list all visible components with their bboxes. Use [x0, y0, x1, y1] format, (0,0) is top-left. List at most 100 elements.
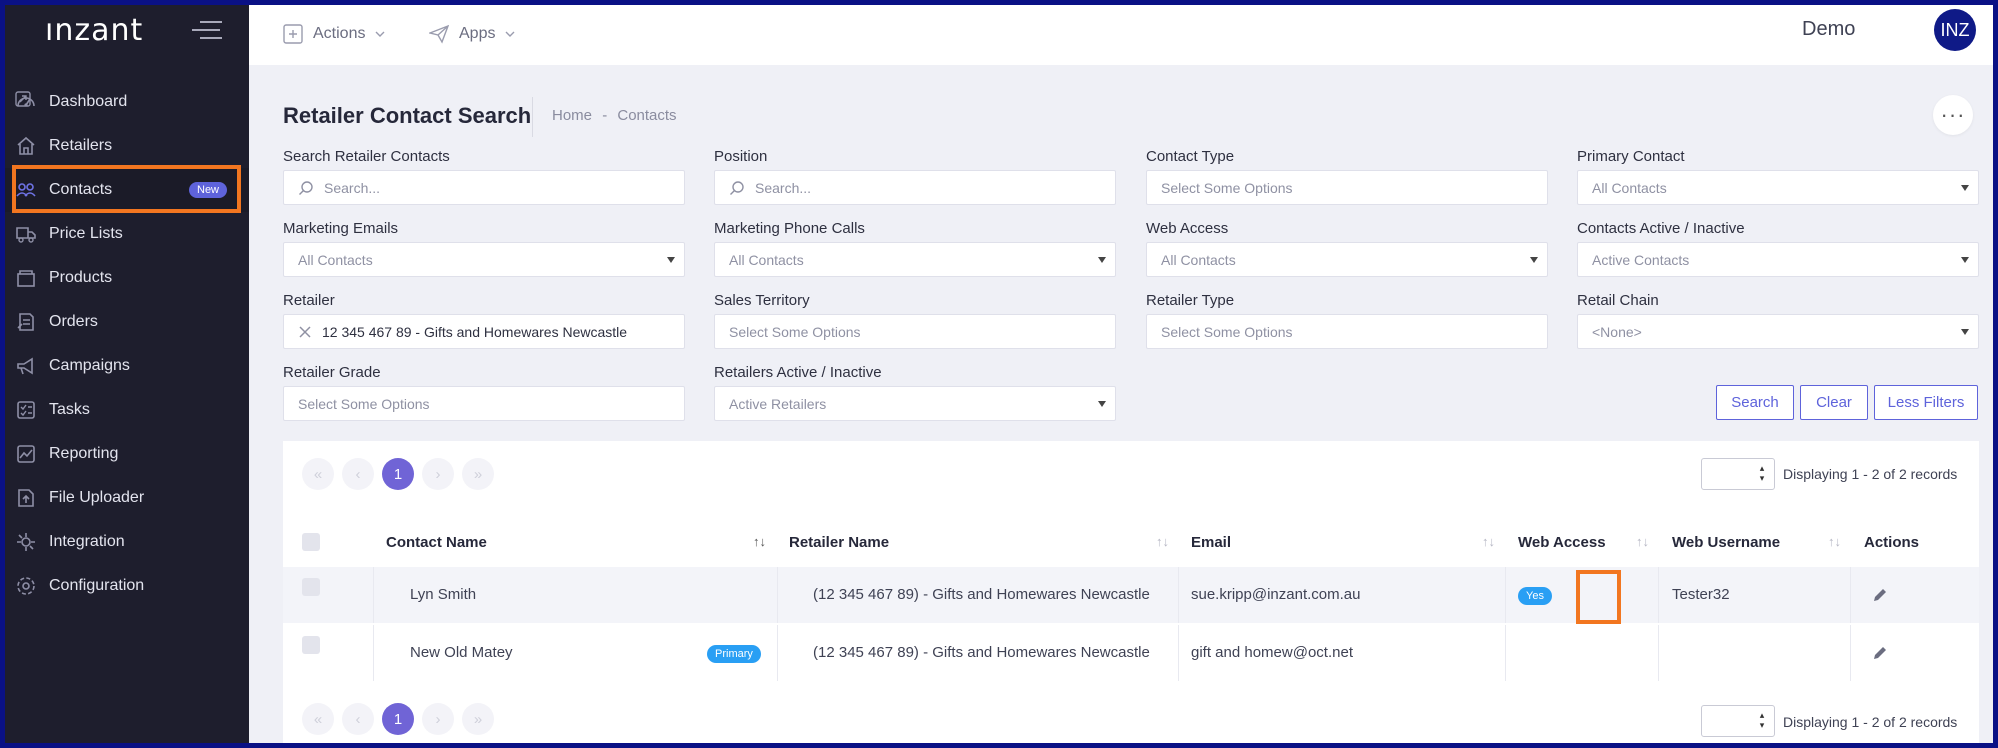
first-page-button[interactable]: « — [302, 458, 334, 490]
marketing-emails-label: Marketing Emails — [283, 220, 399, 237]
user-name[interactable]: Demo — [1802, 18, 1855, 41]
row-checkbox[interactable] — [302, 636, 320, 654]
sort-icon[interactable]: ↑↓ — [1482, 534, 1495, 549]
sidebar-item-products[interactable]: Products — [5, 256, 249, 300]
sales-territory-select[interactable]: Select Some Options — [714, 314, 1116, 349]
table-row[interactable]: Lyn Smith (12 345 467 89) - Gifts and Ho… — [283, 567, 1979, 623]
apps-label: Apps — [459, 25, 496, 42]
contact-type-select[interactable]: Select Some Options — [1146, 170, 1548, 205]
contact-type-label: Contact Type — [1146, 148, 1235, 165]
menu-toggle-icon[interactable] — [192, 21, 222, 43]
position-input[interactable]: Search... — [714, 170, 1116, 205]
last-page-button[interactable]: » — [462, 703, 494, 735]
brand-logo[interactable]: ınzant — [45, 13, 143, 48]
table-row[interactable]: New Old Matey Primary (12 345 467 89) - … — [283, 625, 1979, 681]
sidebar-item-file-uploader[interactable]: File Uploader — [5, 476, 249, 520]
cell-divider — [1178, 567, 1179, 623]
prev-page-button[interactable]: ‹ — [342, 703, 374, 735]
breadcrumb: Home - Contacts — [552, 107, 677, 124]
sidebar-item-orders[interactable]: Orders — [5, 300, 249, 344]
sort-icon[interactable]: ↑↓ — [1636, 534, 1649, 549]
sales-territory-label: Sales Territory — [714, 292, 810, 309]
breadcrumb-home[interactable]: Home — [552, 107, 592, 124]
first-page-button[interactable]: « — [302, 703, 334, 735]
more-options-button[interactable]: ··· — [1933, 95, 1973, 135]
pencil-icon[interactable] — [1872, 645, 1888, 661]
cell-retailer-name: (12 345 467 89) - Gifts and Homewares Ne… — [813, 644, 1150, 661]
sidebar-item-campaigns[interactable]: Campaigns — [5, 344, 249, 388]
tasks-icon — [17, 401, 35, 419]
retailer-type-select[interactable]: Select Some Options — [1146, 314, 1548, 349]
search-contacts-input[interactable]: Search... — [283, 170, 685, 205]
row-checkbox[interactable] — [302, 578, 320, 596]
results-card: « ‹ 1 › » Displaying 1 - 2 of 2 records … — [283, 441, 1979, 743]
app-frame: ınzant Dashboard Retailers Contacts New … — [5, 5, 1993, 743]
cell-divider — [1658, 567, 1659, 623]
pagination-top: « ‹ 1 › » — [302, 458, 502, 490]
sidebar-item-price-lists[interactable]: Price Lists — [5, 212, 249, 256]
col-web-username[interactable]: Web Username — [1672, 534, 1780, 551]
sidebar-item-integration[interactable]: Integration — [5, 520, 249, 564]
dropdown-caret-icon — [1961, 329, 1969, 335]
upload-icon — [18, 489, 34, 507]
records-count: Displaying 1 - 2 of 2 records — [1783, 466, 1958, 482]
col-email[interactable]: Email — [1191, 534, 1231, 551]
col-retailer-name[interactable]: Retailer Name — [789, 534, 889, 551]
truck-icon — [16, 227, 36, 243]
page-size-select[interactable] — [1701, 705, 1775, 737]
marketing-emails-select[interactable]: All Contacts — [283, 242, 685, 277]
page-1-button[interactable]: 1 — [382, 458, 414, 490]
sidebar-item-configuration[interactable]: Configuration — [5, 564, 249, 608]
apps-menu[interactable]: Apps — [429, 5, 515, 63]
next-page-button[interactable]: › — [422, 703, 454, 735]
sidebar-item-tasks[interactable]: Tasks — [5, 388, 249, 432]
web-access-select[interactable]: All Contacts — [1146, 242, 1548, 277]
prev-page-button[interactable]: ‹ — [342, 458, 374, 490]
sidebar-item-label: Price Lists — [49, 225, 123, 242]
search-icon — [299, 180, 313, 195]
sidebar-item-label: Campaigns — [49, 357, 130, 374]
retailer-select[interactable]: 12 345 467 89 - Gifts and Homewares Newc… — [283, 314, 685, 349]
primary-contact-select[interactable]: All Contacts — [1577, 170, 1979, 205]
external-link-icon[interactable] — [15, 91, 31, 107]
sidebar-item-reporting[interactable]: Reporting — [5, 432, 249, 476]
actions-menu[interactable]: Actions — [283, 5, 385, 63]
page-size-select[interactable] — [1701, 458, 1775, 490]
less-filters-button[interactable]: Less Filters — [1874, 385, 1978, 420]
retailer-value: 12 345 467 89 - Gifts and Homewares Newc… — [322, 323, 628, 340]
last-page-button[interactable]: » — [462, 458, 494, 490]
actions-label: Actions — [313, 25, 366, 42]
contacts-active-select[interactable]: Active Contacts — [1577, 242, 1979, 277]
retail-chain-value: <None> — [1592, 323, 1642, 340]
sort-icon[interactable]: ↑↓ — [1828, 534, 1841, 549]
pencil-icon[interactable] — [1872, 587, 1888, 603]
sidebar-item-label: Configuration — [49, 577, 145, 594]
sidebar-item-dashboard[interactable]: Dashboard — [5, 80, 249, 124]
contacts-active-value: Active Contacts — [1592, 251, 1690, 268]
close-icon[interactable] — [298, 325, 312, 339]
cell-divider — [1850, 625, 1851, 681]
retailers-active-value: Active Retailers — [729, 395, 827, 412]
cell-email: sue.kripp@inzant.com.au — [1191, 586, 1361, 603]
col-contact-name[interactable]: Contact Name — [386, 534, 487, 551]
page-1-button[interactable]: 1 — [382, 703, 414, 735]
clear-button[interactable]: Clear — [1800, 385, 1868, 420]
cell-retailer-name: (12 345 467 89) - Gifts and Homewares Ne… — [813, 586, 1150, 603]
cell-contact-name: New Old Matey — [410, 644, 513, 661]
avatar[interactable]: INZ — [1934, 9, 1976, 51]
cell-divider — [1850, 567, 1851, 623]
next-page-button[interactable]: › — [422, 458, 454, 490]
select-all-checkbox[interactable] — [302, 533, 320, 551]
position-label: Position — [714, 148, 768, 165]
search-button[interactable]: Search — [1716, 385, 1794, 420]
retailer-grade-select[interactable]: Select Some Options — [283, 386, 685, 421]
col-web-access[interactable]: Web Access — [1518, 534, 1606, 551]
search-contacts-label: Search Retailer Contacts — [283, 148, 450, 165]
sidebar-item-retailers[interactable]: Retailers — [5, 124, 249, 168]
sort-icon[interactable]: ↑↓ — [1156, 534, 1169, 549]
records-count: Displaying 1 - 2 of 2 records — [1783, 714, 1958, 730]
sort-asc-icon[interactable]: ↑↓ — [753, 534, 766, 549]
marketing-calls-select[interactable]: All Contacts — [714, 242, 1116, 277]
retail-chain-select[interactable]: <None> — [1577, 314, 1979, 349]
retailers-active-select[interactable]: Active Retailers — [714, 386, 1116, 421]
